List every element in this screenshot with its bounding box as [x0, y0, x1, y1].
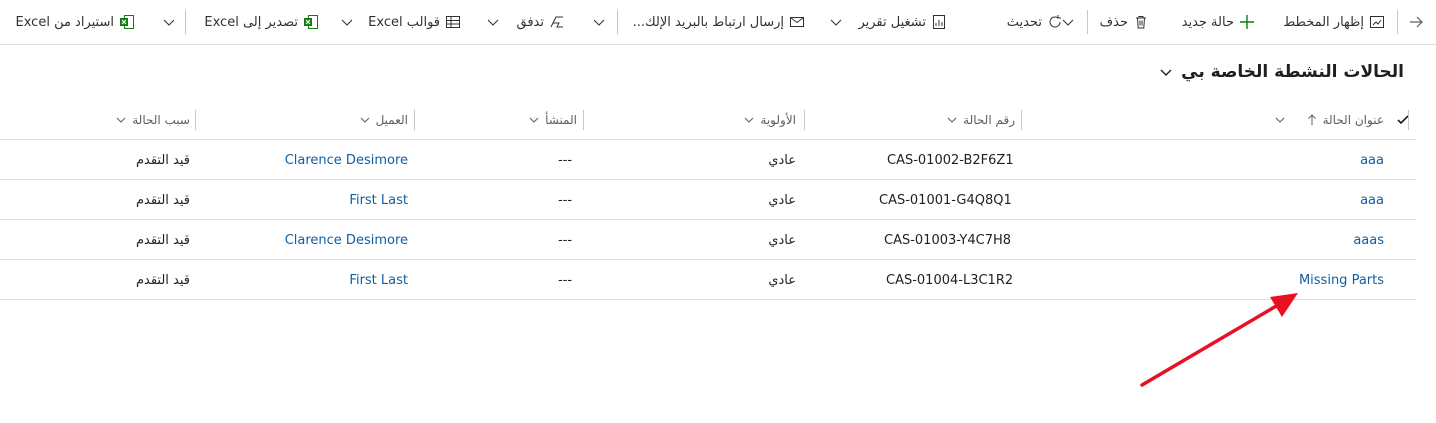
export-excel-button[interactable]: تصدير إلى Excel: [204, 0, 320, 44]
case-title-link[interactable]: aaas: [1353, 220, 1384, 260]
view-selector[interactable]: الحالات النشطة الخاصة بي: [1159, 58, 1404, 86]
customer-link[interactable]: Clarence Desimore: [285, 140, 408, 180]
export-excel-label: تصدير إلى Excel: [204, 14, 298, 30]
sort-ascending-icon: [1307, 114, 1317, 126]
import-excel-button[interactable]: استيراد من Excel: [16, 0, 137, 44]
status-reason-cell: قيد التقدم: [135, 152, 190, 168]
status-reason-cell: قيد التقدم: [135, 272, 190, 288]
toolbar-separator: [185, 10, 186, 34]
status-reason-cell: قيد التقدم: [135, 192, 190, 208]
origin-cell: ---: [558, 152, 573, 168]
customer-link[interactable]: Clarence Desimore: [285, 220, 408, 260]
page-title: الحالات النشطة الخاصة بي: [1181, 62, 1404, 82]
excel-icon: [118, 13, 136, 31]
flow-label: تدفق: [516, 14, 545, 30]
run-report-label: تشغيل تقرير: [858, 14, 926, 30]
origin-cell: ---: [558, 192, 573, 208]
flow-icon: [548, 13, 566, 31]
column-header-status-reason[interactable]: سبب الحالة: [116, 100, 190, 140]
column-header-priority[interactable]: الأولوية: [744, 100, 796, 140]
report-icon: [930, 13, 948, 31]
case-title-link[interactable]: aaa: [1360, 140, 1384, 180]
chart-icon: [1368, 13, 1386, 31]
toolbar-separator: [617, 10, 618, 34]
chevron-down-icon[interactable]: [483, 12, 503, 32]
toolbar-separator: [1397, 10, 1398, 34]
column-header-label: الأولوية: [760, 113, 796, 127]
status-reason-cell: قيد التقدم: [135, 232, 190, 248]
chevron-down-icon: [529, 115, 539, 125]
origin-cell: ---: [558, 232, 573, 248]
refresh-icon: [1046, 13, 1064, 31]
row-divider: [0, 219, 1416, 220]
email-icon: [788, 13, 806, 31]
case-title-link[interactable]: aaa: [1360, 180, 1384, 220]
chevron-down-icon[interactable]: [159, 12, 179, 32]
toolbar-separator: [1087, 10, 1088, 34]
chevron-down-icon: [744, 115, 754, 125]
chevron-down-icon[interactable]: [337, 12, 357, 32]
excel-templates-icon: [444, 13, 462, 31]
case-number-cell: CAS-01004-L3C1R2: [886, 272, 1014, 288]
column-separator: [414, 110, 415, 130]
new-case-label: حالة جديد: [1181, 14, 1234, 30]
column-separator: [1408, 110, 1409, 130]
priority-cell: عادي: [768, 232, 796, 248]
chevron-down-icon: [360, 115, 370, 125]
case-number-cell: CAS-01002-B2F6Z1: [887, 152, 1014, 168]
chevron-down-icon: [1159, 65, 1173, 79]
customer-link[interactable]: First Last: [349, 260, 408, 300]
chevron-down-icon: [1275, 115, 1285, 125]
priority-cell: عادي: [768, 152, 796, 168]
chevron-down-icon: [116, 115, 126, 125]
back-arrow-icon[interactable]: [1406, 12, 1426, 32]
column-header-case-number[interactable]: رقم الحالة: [947, 100, 1015, 140]
origin-cell: ---: [558, 272, 573, 288]
column-separator: [1021, 110, 1022, 130]
email-link-label: إرسال ارتباط بالبريد الإلك...: [632, 14, 784, 30]
column-header-customer[interactable]: العميل: [360, 100, 408, 140]
case-number-cell: CAS-01001-G4Q8Q1: [879, 192, 1012, 208]
grid-header-divider: [0, 139, 1416, 140]
refresh-label: تحديث: [1006, 14, 1042, 30]
chevron-down-icon: [947, 115, 957, 125]
import-excel-label: استيراد من Excel: [15, 14, 115, 30]
column-separator: [804, 110, 805, 130]
email-link-button[interactable]: إرسال ارتباط بالبريد الإلك...: [633, 0, 806, 44]
delete-label: حذف: [1099, 14, 1128, 30]
priority-cell: عادي: [768, 272, 796, 288]
column-header-label: سبب الحالة: [132, 113, 190, 127]
column-header-case-title[interactable]: عنوان الحالة: [1275, 100, 1384, 140]
column-header-label: المنشأ: [545, 113, 577, 127]
new-case-button[interactable]: حالة جديد: [1182, 0, 1256, 44]
customer-link[interactable]: First Last: [349, 180, 408, 220]
row-divider: [0, 179, 1416, 180]
column-header-label: عنوان الحالة: [1322, 113, 1384, 127]
column-separator: [583, 110, 584, 130]
column-header-origin[interactable]: المنشأ: [529, 100, 577, 140]
excel-templates-button[interactable]: قوالب Excel: [368, 0, 462, 44]
run-report-button[interactable]: تشغيل تقرير: [858, 0, 948, 44]
column-separator: [195, 110, 196, 130]
annotation-arrow-icon: [1140, 293, 1298, 387]
delete-button[interactable]: حذف: [1100, 0, 1150, 44]
excel-icon: [302, 13, 320, 31]
case-title-link[interactable]: Missing Parts: [1299, 260, 1384, 300]
show-chart-button[interactable]: إظهار المخطط: [1283, 0, 1386, 44]
show-chart-label: إظهار المخطط: [1283, 14, 1364, 30]
priority-cell: عادي: [768, 192, 796, 208]
command-bar: إظهار المخطط حالة جديد حذف تحديث تشغيل ت…: [0, 0, 1436, 45]
refresh-button[interactable]: تحديث: [1007, 0, 1064, 44]
case-number-cell: CAS-01003-Y4C7H8: [884, 232, 1012, 248]
plus-icon: [1238, 13, 1256, 31]
column-header-label: العميل: [375, 113, 408, 127]
column-header-label: رقم الحالة: [963, 113, 1015, 127]
chevron-down-icon[interactable]: [826, 12, 846, 32]
row-divider: [0, 259, 1416, 260]
flow-button[interactable]: تدفق: [517, 0, 567, 44]
chevron-down-icon[interactable]: [589, 12, 609, 32]
excel-templates-label: قوالب Excel: [368, 14, 440, 30]
trash-icon: [1132, 13, 1150, 31]
